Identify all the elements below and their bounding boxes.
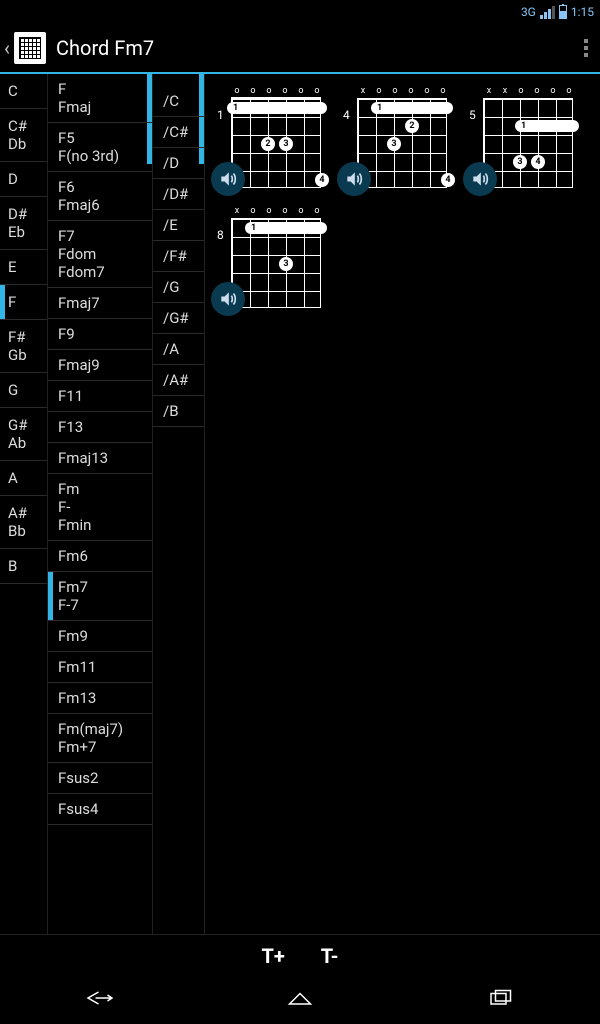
- chord-type-item[interactable]: F11: [48, 381, 152, 412]
- chord-type-item[interactable]: Fmaj9: [48, 350, 152, 381]
- root-item-Gsharp[interactable]: G#Ab: [0, 408, 47, 461]
- open-string-row: xooooo: [337, 86, 455, 98]
- slash-item[interactable]: /G#: [153, 303, 204, 334]
- root-item-A[interactable]: A: [0, 461, 47, 496]
- page-title: Chord Fm7: [56, 36, 576, 60]
- chord-type-item[interactable]: Fm(maj7)Fm+7: [48, 714, 152, 763]
- chord-type-item[interactable]: Fm11: [48, 652, 152, 683]
- clock: 1:15: [571, 5, 594, 19]
- battery-icon: [559, 5, 567, 19]
- chord-type-item[interactable]: FmF-Fmin: [48, 474, 152, 541]
- chord-type-item[interactable]: Fm7F-7: [48, 572, 152, 621]
- chord-type-item[interactable]: FFmaj: [48, 74, 152, 123]
- slash-item[interactable]: /E: [153, 210, 204, 241]
- chord-type-item[interactable]: Fsus2: [48, 763, 152, 794]
- root-item-G[interactable]: G: [0, 373, 47, 408]
- chord-type-item[interactable]: F5F(no 3rd): [48, 123, 152, 172]
- chord-type-item[interactable]: Fm9: [48, 621, 152, 652]
- fret-label: 1: [217, 108, 224, 122]
- root-item-C[interactable]: C: [0, 74, 47, 109]
- slash-item[interactable]: /G: [153, 272, 204, 303]
- overflow-menu-button[interactable]: [576, 31, 596, 65]
- slash-bass-list[interactable]: /C/C#/D/D#/E/F#/G/G#/A/A#/B: [153, 74, 205, 934]
- root-note-list[interactable]: CC#DbDD#EbEFF#GbGG#AbAA#BbB: [0, 74, 48, 934]
- transpose-bar: T+ T-: [0, 934, 600, 976]
- slash-item[interactable]: /F#: [153, 241, 204, 272]
- chord-type-item[interactable]: Fsus4: [48, 794, 152, 825]
- play-sound-button[interactable]: [463, 162, 497, 196]
- play-sound-button[interactable]: [337, 162, 371, 196]
- chord-type-item[interactable]: F13: [48, 412, 152, 443]
- signal-icon: [540, 6, 555, 19]
- nav-home-button[interactable]: [285, 986, 315, 1014]
- root-item-B[interactable]: B: [0, 549, 47, 584]
- back-button[interactable]: ‹: [4, 36, 14, 60]
- root-item-E[interactable]: E: [0, 250, 47, 285]
- chord-diagram-panel: oooooo11324xooooo41234xxoooo5134xooooo81…: [205, 74, 600, 934]
- transpose-down-button[interactable]: T-: [321, 944, 339, 968]
- nav-back-button[interactable]: [85, 986, 115, 1014]
- chord-type-item[interactable]: Fm6: [48, 541, 152, 572]
- android-nav-bar: [0, 976, 600, 1024]
- nav-recent-button[interactable]: [485, 986, 515, 1014]
- fret-label: 8: [217, 228, 224, 242]
- action-bar: ‹ Chord Fm7: [0, 24, 600, 74]
- chord-type-item[interactable]: Fmaj13: [48, 443, 152, 474]
- root-item-Dsharp[interactable]: D#Eb: [0, 197, 47, 250]
- play-sound-button[interactable]: [211, 162, 245, 196]
- chord-diagram[interactable]: xooooo41234: [337, 86, 455, 188]
- root-item-F[interactable]: F: [0, 285, 47, 320]
- slash-item[interactable]: /D: [153, 148, 204, 179]
- slash-item[interactable]: /C#: [153, 117, 204, 148]
- chord-diagram[interactable]: oooooo11324: [211, 86, 329, 188]
- fret-label: 5: [469, 108, 476, 122]
- fret-label: 4: [343, 108, 350, 122]
- open-string-row: xxoooo: [463, 86, 581, 98]
- app-icon[interactable]: [14, 32, 46, 64]
- android-status-bar: 3G 1:15: [0, 0, 600, 24]
- slash-item[interactable]: /A#: [153, 365, 204, 396]
- chord-diagram[interactable]: xxoooo5134: [463, 86, 581, 188]
- transpose-up-button[interactable]: T+: [261, 944, 284, 968]
- chord-type-item[interactable]: F7FdomFdom7: [48, 221, 152, 288]
- chord-type-item[interactable]: F6Fmaj6: [48, 172, 152, 221]
- root-item-D[interactable]: D: [0, 162, 47, 197]
- root-item-Fsharp[interactable]: F#Gb: [0, 320, 47, 373]
- slash-item[interactable]: /C: [153, 86, 204, 117]
- chord-type-item[interactable]: Fmaj7: [48, 288, 152, 319]
- root-item-Asharp[interactable]: A#Bb: [0, 496, 47, 549]
- slash-item[interactable]: /A: [153, 334, 204, 365]
- slash-item[interactable]: /B: [153, 396, 204, 427]
- chord-diagram[interactable]: xooooo813: [211, 206, 329, 308]
- play-sound-button[interactable]: [211, 282, 245, 316]
- content: CC#DbDD#EbEFF#GbGG#AbAA#BbB FFmajF5F(no …: [0, 74, 600, 934]
- open-string-row: xooooo: [211, 206, 329, 218]
- chord-type-item[interactable]: F9: [48, 319, 152, 350]
- chord-type-item[interactable]: Fm13: [48, 683, 152, 714]
- slash-item[interactable]: /D#: [153, 179, 204, 210]
- network-label: 3G: [521, 5, 536, 19]
- chord-type-list[interactable]: FFmajF5F(no 3rd)F6Fmaj6F7FdomFdom7Fmaj7F…: [48, 74, 153, 934]
- root-item-Csharp[interactable]: C#Db: [0, 109, 47, 162]
